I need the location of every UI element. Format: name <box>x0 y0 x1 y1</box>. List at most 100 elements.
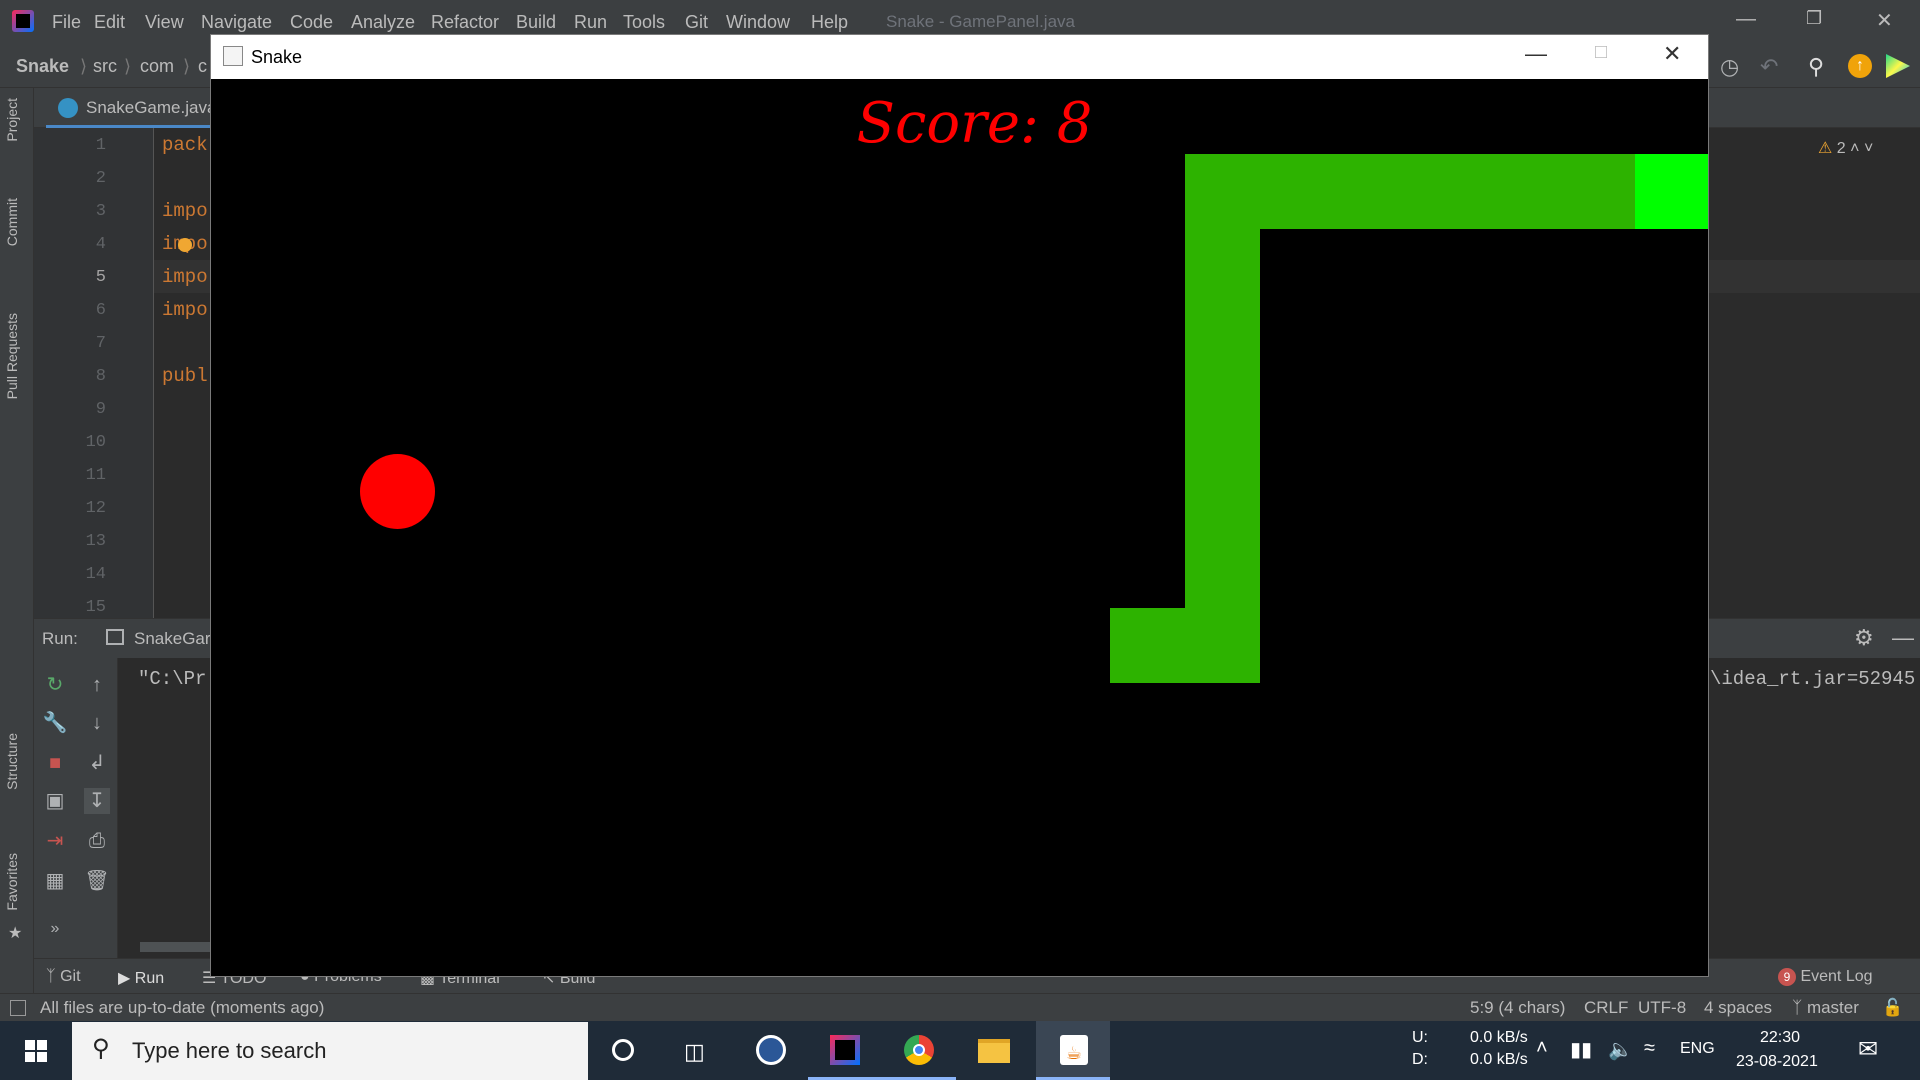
menu-tools[interactable]: Tools <box>623 12 665 33</box>
wrench-icon[interactable]: 🔧 <box>42 710 68 736</box>
menu-window[interactable]: Window <box>726 12 790 33</box>
minimize-icon[interactable]: — <box>1736 8 1756 31</box>
code-line[interactable]: impo <box>162 266 208 288</box>
line-number: 1 <box>95 136 106 155</box>
soft-wrap-icon[interactable]: ↲ <box>84 750 110 776</box>
rerun-icon[interactable]: ↻ <box>42 672 68 698</box>
tab-git[interactable]: ᛉ Git <box>46 968 81 986</box>
camera-icon[interactable]: ▣ <box>42 788 68 814</box>
editor-gutter: 1 2 3 4 5 6 7 8 9 10 11 12 13 14 15 <box>34 128 154 618</box>
star-icon[interactable]: ★ <box>8 923 22 943</box>
snake-maximize-icon[interactable]: □ <box>1595 41 1607 64</box>
exit-icon[interactable]: ⇥ <box>42 828 68 854</box>
show-hidden-icons-icon[interactable]: ˄ <box>1536 1037 1548 1080</box>
event-log-button[interactable]: 9 Event Log <box>1778 968 1873 986</box>
snake-title-bar[interactable]: Snake — □ ✕ <box>211 35 1708 79</box>
breadcrumb-project[interactable]: Snake <box>16 56 69 77</box>
menu-edit[interactable]: Edit <box>94 12 125 33</box>
line-number: 3 <box>95 202 106 221</box>
run-toolbar: ↻ ↑ 🔧 ↓ ■ ↲ ▣ ↧ ⇥ ⎙ ▦ 🗑 » <box>34 658 118 958</box>
snake-minimize-icon[interactable]: — <box>1525 41 1547 67</box>
horizontal-scrollbar[interactable] <box>140 942 210 952</box>
code-line[interactable]: impo <box>162 299 208 321</box>
file-encoding[interactable]: UTF-8 <box>1638 998 1686 1018</box>
menu-help[interactable]: Help <box>811 12 848 33</box>
breadcrumb-package[interactable]: c <box>198 56 207 77</box>
layout-icon[interactable]: ▦ <box>42 868 68 894</box>
breadcrumb-com[interactable]: com <box>140 56 174 77</box>
menu-build[interactable]: Build <box>516 12 556 33</box>
code-line[interactable]: impo <box>162 200 208 222</box>
code-line[interactable]: publ <box>162 365 208 387</box>
lock-icon[interactable]: 🔓 <box>1882 998 1903 1018</box>
update-icon[interactable]: ↑ <box>1848 54 1872 78</box>
branch-icon: ᛉ <box>1792 998 1803 1017</box>
menu-view[interactable]: View <box>145 12 184 33</box>
undo-icon[interactable]: ↶ <box>1760 54 1784 79</box>
stop-icon[interactable]: ■ <box>42 750 68 776</box>
tool-project[interactable]: Project <box>4 98 20 142</box>
tool-favorites[interactable]: Favorites <box>4 853 20 911</box>
warning-icon: ⚠ <box>1818 140 1833 157</box>
clock-date[interactable]: 23-08-2021 <box>1736 1053 1818 1080</box>
tab-run[interactable]: ▶ Run <box>118 968 164 988</box>
word-app-icon[interactable] <box>734 1021 808 1080</box>
menu-analyze[interactable]: Analyze <box>351 12 415 33</box>
up-arrow-icon[interactable]: ↑ <box>84 672 110 698</box>
notifications-icon[interactable]: ✉ <box>1858 1035 1878 1080</box>
history-icon[interactable]: ◷ <box>1720 54 1744 79</box>
volume-icon[interactable]: 🔈 <box>1608 1037 1633 1080</box>
battery-icon[interactable]: ▮▮ <box>1570 1037 1592 1080</box>
game-panel[interactable]: Score: 8 <box>211 79 1708 976</box>
menu-code[interactable]: Code <box>290 12 333 33</box>
breadcrumb-separator-icon: ⟩ <box>80 56 88 76</box>
tool-structure[interactable]: Structure <box>4 733 20 790</box>
menu-run[interactable]: Run <box>574 12 607 33</box>
more-icon[interactable]: » <box>42 916 68 942</box>
hide-panel-icon[interactable]: — <box>1892 625 1914 651</box>
cortana-icon[interactable] <box>586 1021 660 1080</box>
menu-file[interactable]: File <box>52 12 81 33</box>
snake-close-icon[interactable]: ✕ <box>1663 41 1681 67</box>
code-line[interactable]: pack <box>162 134 208 156</box>
code-with-me-icon[interactable] <box>1886 54 1910 78</box>
lightbulb-icon[interactable] <box>178 238 192 252</box>
search-icon[interactable]: ⚲ <box>1808 54 1832 79</box>
menu-git[interactable]: Git <box>685 12 708 33</box>
down-arrow-icon[interactable]: ↓ <box>84 710 110 736</box>
java-class-icon <box>58 98 78 118</box>
run-icon: ▶ <box>118 970 131 987</box>
toggle-tool-windows-icon[interactable] <box>10 1000 26 1016</box>
scroll-to-end-icon[interactable]: ↧ <box>84 788 110 814</box>
tab-snakegame-java[interactable]: SnakeGame.java <box>46 88 229 128</box>
warning-indicator[interactable]: ⚠ 2 ˄ ˅ <box>1818 138 1873 158</box>
menu-refactor[interactable]: Refactor <box>431 12 499 33</box>
start-button[interactable] <box>0 1021 72 1080</box>
tool-pull-requests[interactable]: Pull Requests <box>4 313 20 399</box>
indent-setting[interactable]: 4 spaces <box>1704 998 1772 1018</box>
print-icon[interactable]: ⎙ <box>84 828 110 854</box>
trash-icon[interactable]: 🗑 <box>84 868 110 894</box>
java-cup-icon <box>223 46 243 66</box>
git-branch-icon: ᛉ <box>46 968 56 985</box>
close-icon[interactable]: ✕ <box>1876 8 1893 33</box>
tool-commit[interactable]: Commit <box>4 198 20 246</box>
menu-navigate[interactable]: Navigate <box>201 12 272 33</box>
task-view-icon[interactable]: ◫ <box>660 1021 734 1080</box>
run-tab-snakegame[interactable]: SnakeGar <box>134 629 211 649</box>
git-branch[interactable]: ᛉ master <box>1792 998 1859 1018</box>
breadcrumb-src[interactable]: src <box>93 56 117 77</box>
restore-icon[interactable]: ❐ <box>1806 8 1822 29</box>
snake-window-title: Snake <box>251 47 303 67</box>
line-number: 5 <box>95 268 106 287</box>
wifi-icon[interactable]: ≈ <box>1644 1037 1655 1080</box>
caret-position[interactable]: 5:9 (4 chars) <box>1470 998 1565 1018</box>
java-app-icon[interactable]: ☕ <box>1036 1021 1110 1080</box>
intellij-app-icon[interactable] <box>808 1021 882 1080</box>
settings-icon[interactable]: ⚙ <box>1854 625 1874 651</box>
file-explorer-icon[interactable] <box>956 1021 1030 1080</box>
line-separator[interactable]: CRLF <box>1584 998 1628 1018</box>
taskbar-search[interactable]: ⚲ Type here to search <box>72 1022 588 1080</box>
chrome-app-icon[interactable] <box>882 1021 956 1080</box>
language-indicator[interactable]: ENG <box>1680 1040 1715 1080</box>
